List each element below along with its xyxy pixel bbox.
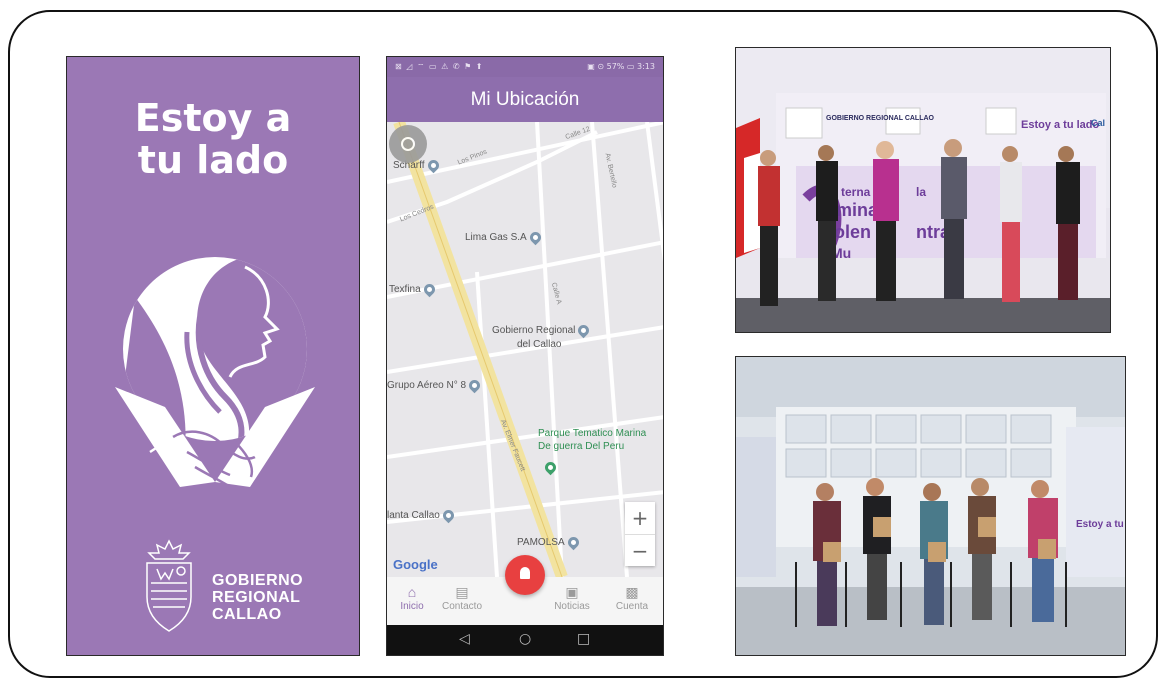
map-pin-icon: [425, 157, 441, 174]
map-pin-icon: [527, 229, 543, 246]
banner-text-2: mina: [836, 200, 879, 220]
nav-label: Inicio: [400, 601, 424, 612]
account-icon: ▩: [625, 584, 639, 600]
map-label-gobierno: Gobierno Regional: [492, 322, 592, 339]
alert-button[interactable]: [505, 555, 545, 595]
splash-title-line1: Estoy a: [134, 96, 292, 140]
splash-title: Estoy a tu lado: [67, 97, 359, 181]
map-pin-icon: [466, 377, 483, 394]
nav-label: Noticias: [554, 601, 590, 612]
nav-item-noticias[interactable]: ▣ Noticias: [547, 583, 597, 612]
home-circle-icon[interactable]: ○: [519, 631, 531, 647]
org-line3: CALLAO: [212, 606, 282, 623]
map-label-pamolsa: PAMOLSA: [517, 534, 581, 551]
government-crest-icon: [146, 539, 192, 632]
banner-text-1: terna: [841, 185, 871, 199]
event-photo-illustration: Estoy a tu lado: [736, 357, 1126, 655]
map-view[interactable]: Scharff Lima Gas S.A Texfina Gobierno Re…: [387, 122, 663, 577]
splash-title-line2: tu lado: [137, 138, 289, 182]
government-name: GOBIERNO REGIONAL CALLAO: [212, 572, 303, 623]
map-label-texfina: Texfina: [389, 281, 437, 298]
banner-campaign-text-2: Estoy a tu lado: [1076, 519, 1126, 530]
home-icon: ⌂: [407, 584, 417, 600]
map-label-lima-gas: Lima Gas S.A: [465, 229, 543, 246]
recents-icon[interactable]: □: [577, 631, 590, 647]
org-line2: REGIONAL: [212, 589, 301, 606]
women-hands-logo-icon: [115, 257, 315, 487]
event-photo-bottom: Estoy a tu lado: [735, 356, 1126, 656]
map-pin-icon: [576, 322, 592, 339]
zoom-in-button[interactable]: +: [625, 502, 655, 534]
zoom-controls: + −: [625, 502, 655, 566]
nav-item-contacto[interactable]: ▤ Contacto: [437, 583, 487, 612]
status-bar: ⊠ ◿ ⌔ ▭ ⚠ ✆ ⚑ ⬆ ▣ ⊙ 57% ▭ 3:13: [387, 57, 663, 77]
zoom-out-button[interactable]: −: [625, 535, 655, 567]
contact-icon: ▤: [455, 584, 469, 600]
system-nav-bar: ◁ ○ □: [387, 625, 663, 655]
nav-label: Contacto: [441, 601, 483, 612]
map-label-parque: Parque Tematico Marina: [538, 428, 647, 439]
nav-label: Cuenta: [615, 601, 649, 612]
banner-campaign-text: Estoy a tu lado: [1021, 119, 1100, 131]
map-label-callao: del Callao: [517, 339, 562, 350]
map-label-parque-2: De guerra Del Peru: [538, 441, 625, 452]
status-time: ▣ ⊙ 57% ▭ 3:13: [587, 62, 655, 71]
map-label-grupo-aereo: Grupo Aéreo N° 8: [387, 377, 483, 394]
banner-text-5: la: [916, 185, 926, 199]
map-pin-icon: [421, 281, 437, 298]
nav-item-inicio[interactable]: ⌂ Inicio: [387, 583, 437, 612]
google-logo: Google: [393, 557, 438, 572]
news-icon: ▣: [565, 584, 579, 600]
back-icon[interactable]: ◁: [459, 631, 470, 647]
status-icons: ⊠ ◿ ⌔ ▭ ⚠ ✆ ⚑ ⬆: [395, 62, 484, 71]
splash-screen: Estoy a tu lado GOBIERNO REGIONAL CALLAO: [66, 56, 360, 656]
event-photo-top: GOBIERNO REGIONAL CALLAO Estoy a tu lado…: [735, 47, 1111, 333]
map-pin-icon: [565, 534, 581, 551]
event-photo-illustration: GOBIERNO REGIONAL CALLAO Estoy a tu lado…: [736, 48, 1110, 332]
banner-org-text: GOBIERNO REGIONAL CALLAO: [826, 115, 935, 122]
banner-text-3: olen: [834, 222, 871, 242]
my-location-button[interactable]: [389, 125, 427, 163]
page-title: Mi Ubicación: [470, 89, 580, 110]
nav-item-cuenta[interactable]: ▩ Cuenta: [607, 583, 657, 612]
map-label-planta: lanta Callao: [387, 507, 457, 524]
map-label-scharff: Scharff: [393, 157, 441, 174]
banner-text-7: Cal: [1091, 118, 1105, 128]
org-line1: GOBIERNO: [212, 572, 304, 589]
map-pin-icon: [440, 507, 457, 524]
app-bar: Mi Ubicación: [387, 77, 663, 122]
phone-screen: ⊠ ◿ ⌔ ▭ ⚠ ✆ ⚑ ⬆ ▣ ⊙ 57% ▭ 3:13 Mi Ubicac…: [386, 56, 664, 656]
